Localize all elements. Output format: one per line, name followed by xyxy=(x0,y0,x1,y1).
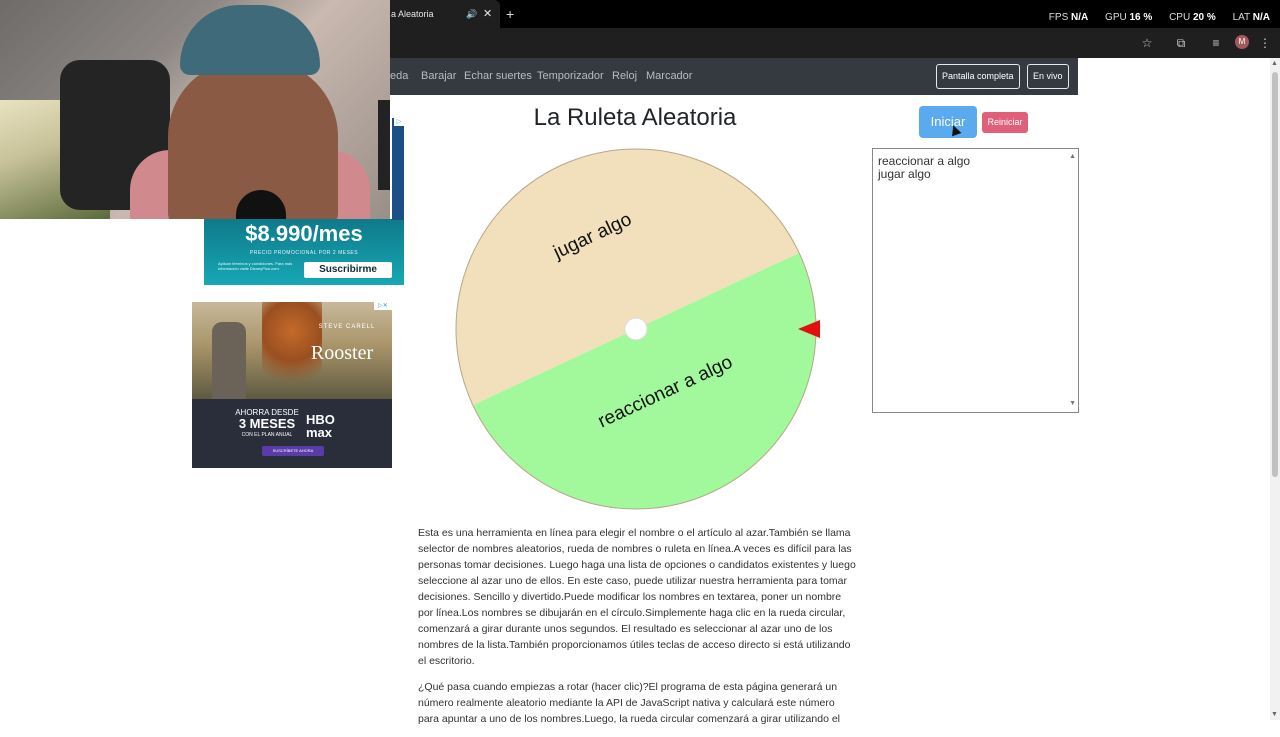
fps-value: N/A xyxy=(1071,12,1089,23)
roulette-wheel[interactable]: jugar algo reaccionar a algo xyxy=(450,143,822,515)
reset-button[interactable]: Reiniciar xyxy=(982,112,1028,133)
fullscreen-button[interactable]: Pantalla completa xyxy=(936,64,1020,89)
gpu-label: GPU xyxy=(1105,12,1127,23)
hbo-max-logo: HBO max xyxy=(306,412,335,440)
scroll-down-icon[interactable]: ▼ xyxy=(1271,711,1278,718)
ad-choices-icon[interactable]: ▷ xyxy=(394,118,404,126)
nav-link-marcador[interactable]: Marcador xyxy=(646,58,692,95)
ad-cta-button[interactable]: SUSCRÍBETE AHORA xyxy=(262,446,324,456)
profile-avatar[interactable]: M xyxy=(1235,35,1249,49)
scroll-up-icon[interactable]: ▲ xyxy=(1271,60,1278,67)
nav-link-echar-suertes[interactable]: Echar suertes xyxy=(464,58,532,95)
gpu-value: 16 % xyxy=(1129,12,1153,23)
webcam-cap xyxy=(180,5,320,75)
nav-link-rueda[interactable]: eda xyxy=(390,58,408,95)
extensions-icon[interactable]: ⧉ xyxy=(1171,33,1191,53)
site-navbar: eda Barajar Echar suertes Temporizador R… xyxy=(390,58,1078,95)
name-line: jugar algo xyxy=(878,167,931,181)
new-tab-button[interactable]: + xyxy=(506,0,514,28)
textarea-scroll-down-icon[interactable]: ▼ xyxy=(1069,397,1076,410)
close-tab-icon[interactable]: ✕ xyxy=(483,0,492,28)
ad-price: $8.990/mes xyxy=(245,221,363,246)
wheel-hub xyxy=(624,317,648,341)
nav-link-temporizador[interactable]: Temporizador xyxy=(537,58,604,95)
ad-side-strip[interactable]: ▷ xyxy=(392,118,404,220)
fps-label: FPS xyxy=(1048,12,1069,23)
webcam-object xyxy=(378,100,390,190)
disney-plus-ad[interactable]: $8.990/mes PRECIO PROMOCIONAL POR 2 MESE… xyxy=(204,219,404,285)
cpu-label: CPU xyxy=(1169,12,1191,23)
tab-title: a Aleatoria xyxy=(391,9,434,19)
menu-icon[interactable]: ⋮ xyxy=(1255,33,1275,53)
live-button[interactable]: En vivo xyxy=(1027,64,1069,89)
nav-link-barajar[interactable]: Barajar xyxy=(421,58,456,95)
ad-starring: STEVE CARELL xyxy=(318,324,376,330)
nav-link-reloj[interactable]: Reloj xyxy=(612,58,637,95)
textarea-scroll-up-icon[interactable]: ▲ xyxy=(1069,150,1076,163)
ad-legal-text: Aplican términos y condiciones. Para más… xyxy=(218,261,293,271)
ad-show-title: Rooster xyxy=(310,342,374,364)
description-paragraph: Esta es una herramienta en línea para el… xyxy=(418,527,856,667)
names-textarea[interactable]: reaccionar a algo jugar algo ▲ ▼ xyxy=(872,148,1079,413)
webcam-overlay xyxy=(0,0,390,219)
hbo-max-ad[interactable]: STEVE CARELL Rooster AHORRA DESDE 3 MESE… xyxy=(192,302,392,468)
media-controls-icon[interactable]: ≡ xyxy=(1206,33,1226,53)
lat-label: LAT xyxy=(1232,12,1250,23)
cpu-value: 20 % xyxy=(1192,12,1216,23)
ad-subscribe-button[interactable]: Suscribirme xyxy=(304,262,392,278)
speaker-icon[interactable]: 🔊 xyxy=(466,0,477,28)
page-scrollbar[interactable]: ▲ ▼ xyxy=(1270,58,1280,720)
ad-choices-icon[interactable]: ▷✕ xyxy=(374,302,392,310)
browser-tab[interactable]: a Aleatoria 🔊 ✕ xyxy=(385,0,500,28)
ad-actor-graphic xyxy=(212,322,246,399)
page-title: La Ruleta Aleatoria xyxy=(533,104,737,131)
scrollbar-thumb[interactable] xyxy=(1272,72,1278,477)
star-icon[interactable]: ☆ xyxy=(1137,33,1157,53)
lat-value: N/A xyxy=(1252,12,1270,23)
start-button[interactable]: Iniciar xyxy=(919,106,977,138)
ad-promo-text: PRECIO PROMOCIONAL POR 2 MESES xyxy=(249,250,359,256)
description: Esta es una herramienta en línea para el… xyxy=(418,525,858,737)
